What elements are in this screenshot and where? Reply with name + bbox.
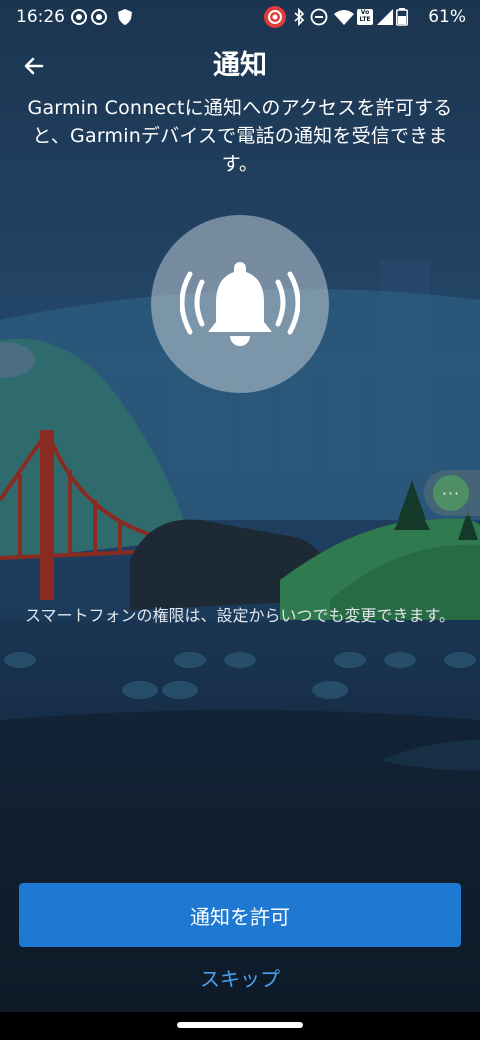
skip-link[interactable]: スキップ xyxy=(0,960,480,998)
volte-label: LTE xyxy=(359,16,371,23)
wifi-icon xyxy=(334,10,354,25)
bluetooth-icon xyxy=(294,8,305,26)
more-dots-icon[interactable]: ··· xyxy=(433,475,469,511)
dnd-icon xyxy=(310,8,328,26)
record-icon xyxy=(91,9,107,25)
status-time: 16:26 xyxy=(16,7,65,27)
signal-icon xyxy=(377,9,393,25)
bell-illustration xyxy=(151,215,329,393)
record-icon xyxy=(71,9,87,25)
shield-icon xyxy=(118,9,132,25)
home-gesture-handle[interactable] xyxy=(177,1022,303,1028)
battery-icon xyxy=(396,8,408,26)
battery-percent: 61% xyxy=(428,7,466,27)
page-title: 通知 xyxy=(213,50,267,81)
permission-description: Garmin Connectに通知へのアクセスを許可すると、Garminデバイス… xyxy=(27,97,453,175)
bell-ringing-icon xyxy=(180,262,300,346)
volte-icon: Vo LTE xyxy=(357,9,373,25)
status-bar: 16:26 Vo LTE 61% xyxy=(0,0,480,34)
record-red-icon xyxy=(264,6,286,28)
allow-notifications-button[interactable]: 通知を許可 xyxy=(19,883,461,947)
settings-footnote: スマートフォンの権限は、設定からいつでも変更できます。 xyxy=(25,606,455,625)
